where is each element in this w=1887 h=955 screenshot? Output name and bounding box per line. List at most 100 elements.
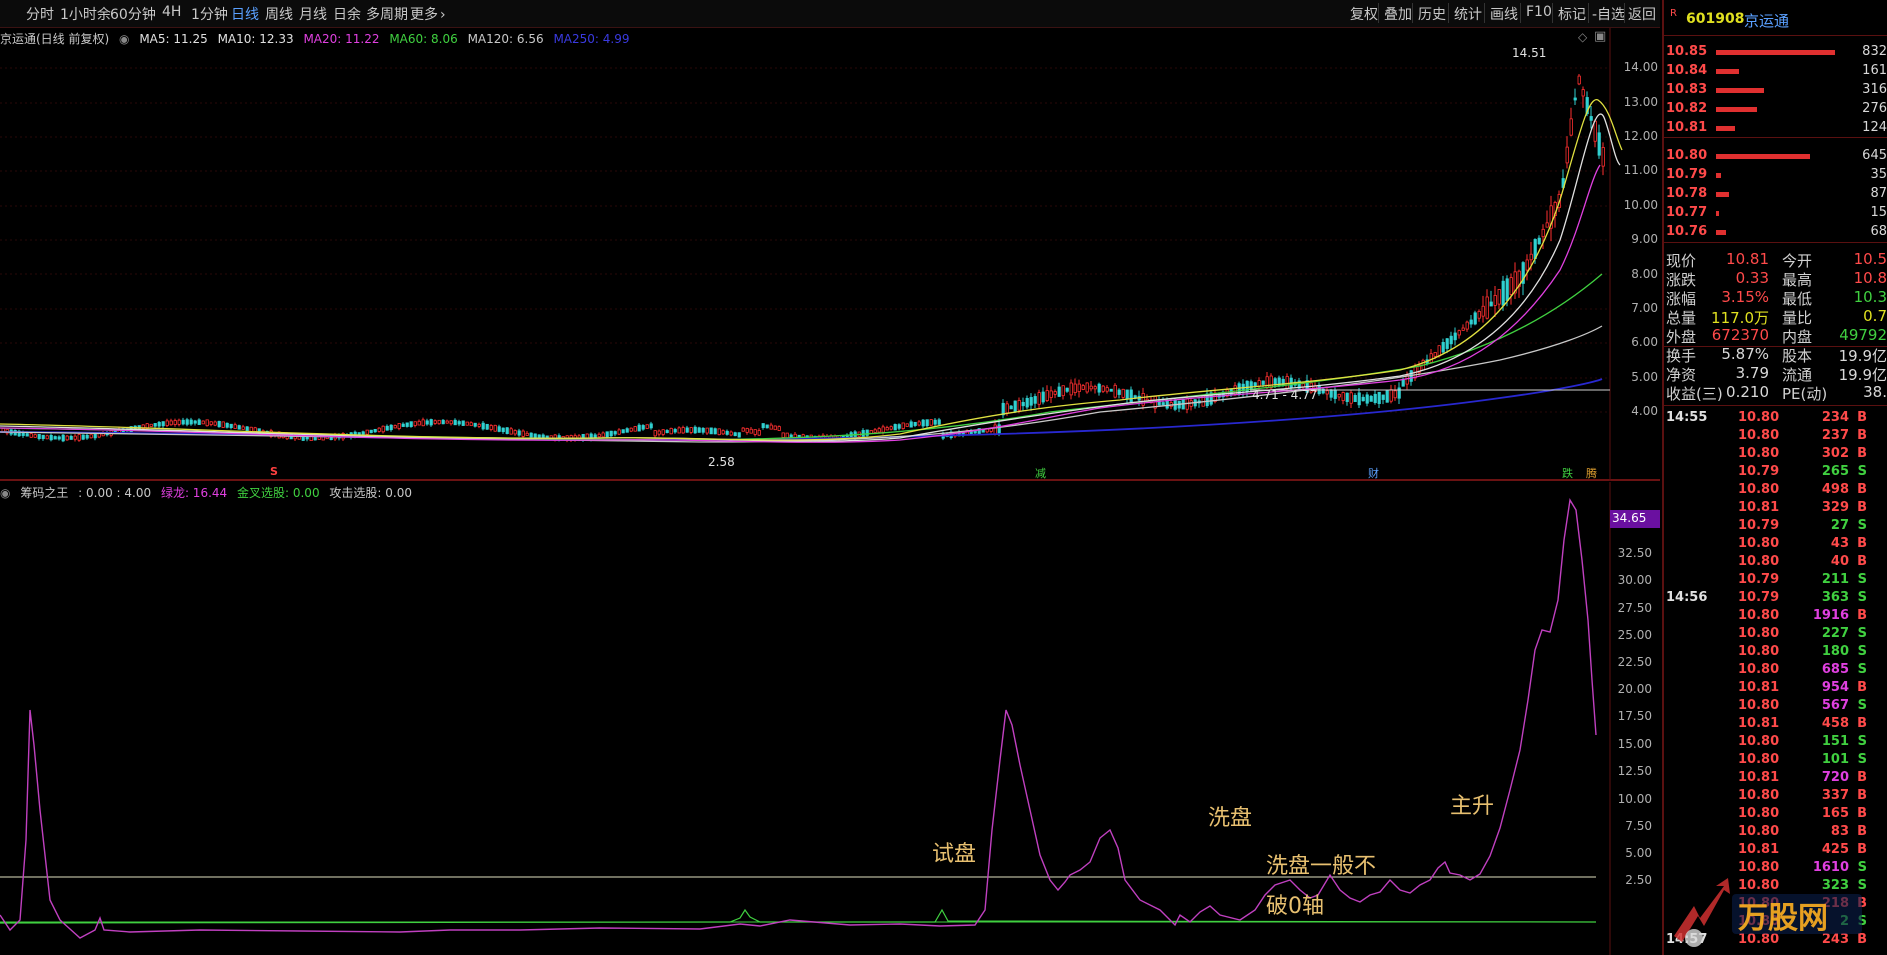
statistics-button[interactable]: 统计 — [1454, 4, 1482, 24]
buy-order-row[interactable]: 10.80 645 — [1664, 147, 1887, 166]
candle-body — [85, 434, 89, 439]
event-mark[interactable]: 跌 — [1562, 465, 1573, 481]
event-mark[interactable]: 财 — [1368, 465, 1379, 481]
axis-tick: 25.00 — [1617, 628, 1652, 642]
diamond-icon[interactable]: ◇ — [1578, 30, 1587, 44]
candle-body — [77, 434, 81, 441]
candle-body — [745, 428, 749, 433]
order-price: 10.79 — [1666, 167, 1708, 182]
f10-button[interactable]: F10 — [1526, 4, 1552, 20]
tab-fenshi[interactable]: 分时 — [26, 4, 54, 24]
quote-row: 外盘 672370 内盘 49792 — [1664, 326, 1887, 346]
candle-body — [241, 426, 245, 430]
mark-button[interactable]: 标记 — [1558, 4, 1586, 24]
candle-body — [1565, 146, 1569, 164]
tab-monthly[interactable]: 月线 — [299, 4, 327, 24]
back-button[interactable]: 返回 — [1628, 4, 1656, 24]
quote-value: 19.9亿 — [1838, 366, 1887, 384]
candle-body — [457, 421, 461, 425]
candle-body — [1285, 376, 1289, 389]
sell-order-row[interactable]: 10.83 316 — [1664, 81, 1887, 100]
event-mark[interactable]: S — [270, 465, 278, 478]
candle-body — [377, 427, 381, 432]
history-button[interactable]: 历史 — [1418, 4, 1446, 24]
candle-body — [1485, 296, 1489, 319]
tick-price: 10.81 — [1738, 842, 1780, 857]
tick-direction: B — [1857, 608, 1867, 623]
settings-icon[interactable]: ◉ — [119, 32, 129, 46]
tick-direction: B — [1857, 716, 1867, 731]
divider — [1520, 3, 1521, 23]
event-mark[interactable]: 减 — [1035, 465, 1046, 481]
tick-price: 10.79 — [1738, 464, 1780, 479]
tab-daily[interactable]: 日线 — [231, 4, 259, 24]
tick-direction: B — [1857, 680, 1867, 695]
overlay-button[interactable]: 叠加 — [1384, 4, 1412, 24]
tick-volume: 211 — [1821, 572, 1849, 587]
candle-body — [1449, 335, 1453, 345]
tab-multi-period[interactable]: 多周期 — [366, 4, 408, 24]
candle-body — [533, 433, 537, 438]
candle-body — [609, 430, 613, 437]
sell-order-row[interactable]: 10.85 832 — [1664, 43, 1887, 62]
tick-row: 10.80 40 B — [1664, 554, 1887, 572]
quote-label: PE(动) — [1782, 385, 1828, 403]
candle-body — [749, 428, 753, 434]
candle-body — [893, 424, 897, 431]
high-price-mark: 14.51 — [1512, 46, 1547, 60]
quote-value: 0.7 — [1863, 307, 1887, 325]
tab-1min[interactable]: 1分钟 — [191, 4, 228, 24]
candle-body — [933, 419, 937, 425]
divider — [1412, 3, 1413, 23]
order-price: 10.78 — [1666, 186, 1708, 201]
candle-body — [173, 420, 177, 425]
sell-order-row[interactable]: 10.84 161 — [1664, 62, 1887, 81]
tick-volume: 101 — [1821, 752, 1849, 767]
candle-body — [1325, 390, 1329, 395]
buy-order-row[interactable]: 10.77 15 — [1664, 204, 1887, 223]
axis-tick: 27.50 — [1617, 601, 1652, 615]
draw-line-button[interactable]: 画线 — [1490, 4, 1518, 24]
quote-label: 收益(三) — [1666, 385, 1723, 403]
candle-body — [1077, 383, 1081, 393]
tab-weekly[interactable]: 周线 — [265, 4, 293, 24]
indicator-chart[interactable]: 34.65 32.50 30.00 27.50 25.00 22.50 20.0… — [0, 482, 1660, 955]
window-icon[interactable]: ▣ — [1594, 29, 1606, 44]
candle-body — [1033, 396, 1037, 404]
candle-body — [885, 427, 889, 431]
sell-order-row[interactable]: 10.81 124 — [1664, 119, 1887, 138]
tab-riyu[interactable]: 日余 — [333, 4, 361, 24]
tick-row: 10.80 180 S — [1664, 644, 1887, 662]
tab-1hour[interactable]: 1小时余 — [60, 4, 111, 24]
remove-watchlist-button[interactable]: -自选 — [1592, 4, 1625, 24]
candle-body — [165, 420, 169, 426]
quote-value: 49792 — [1839, 326, 1887, 344]
quote-row: 现价 10.81 今开 10.5 — [1664, 250, 1887, 270]
event-mark[interactable]: 腾 — [1586, 465, 1597, 481]
divider — [1664, 346, 1887, 347]
candle-body — [773, 425, 777, 431]
kline-chart[interactable]: 14.00 13.00 12.00 11.00 10.00 9.00 8.00 … — [0, 28, 1660, 481]
tick-volume: 234 — [1821, 410, 1849, 425]
tab-60min[interactable]: 60分钟 — [110, 4, 156, 24]
tab-more[interactable]: 更多 › — [410, 4, 446, 24]
candle-body — [1489, 301, 1493, 307]
candle-body — [645, 424, 649, 429]
axis-tick: 2.50 — [1625, 873, 1652, 887]
candle-body — [401, 423, 405, 427]
candle-body — [605, 431, 609, 438]
tick-row: 10.80 685 S — [1664, 662, 1887, 680]
buy-order-row[interactable]: 10.78 87 — [1664, 185, 1887, 204]
quote-value: 38. — [1863, 383, 1887, 401]
buy-order-row[interactable]: 10.76 68 — [1664, 223, 1887, 242]
buy-order-row[interactable]: 10.79 35 — [1664, 166, 1887, 185]
ma60-label: MA60: 8.06 — [389, 32, 458, 46]
tab-4h[interactable]: 4H — [162, 4, 181, 20]
settings-icon[interactable]: ◉ — [0, 486, 10, 500]
sell-order-row[interactable]: 10.82 276 — [1664, 100, 1887, 119]
restore-rights-button[interactable]: 复权 — [1350, 4, 1378, 24]
annotation-trial: 试盘 — [932, 842, 977, 867]
low-price-mark: 2.58 — [708, 455, 735, 469]
candle-body — [1529, 253, 1533, 261]
tick-price: 10.80 — [1738, 806, 1780, 821]
